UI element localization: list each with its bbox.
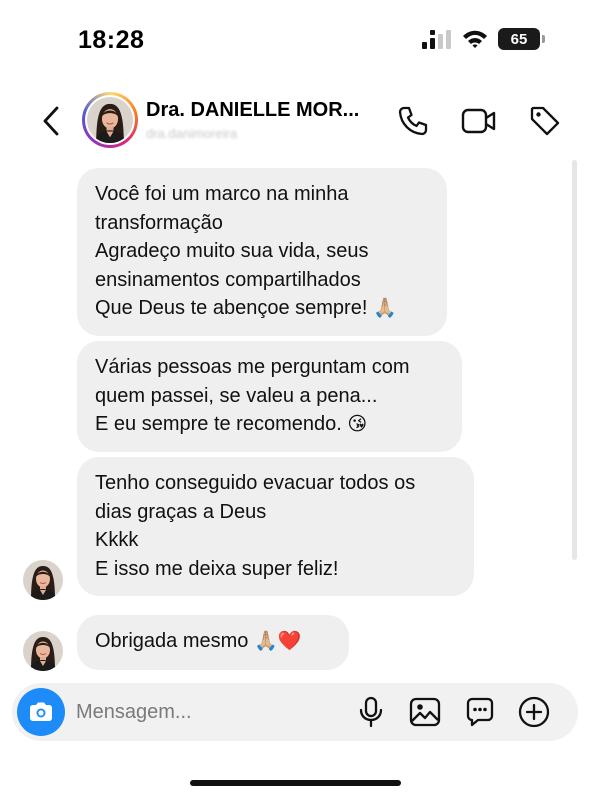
message-line: Você foi um marco na minha — [95, 183, 349, 205]
status-time: 18:28 — [78, 26, 145, 54]
emoji: 😘 — [347, 413, 368, 435]
message-line: Que Deus te abençoe sempre! — [95, 297, 368, 319]
call-button[interactable] — [394, 102, 432, 140]
message-bubble[interactable]: Várias pessoas me perguntam com quem pas… — [77, 341, 462, 452]
message-line: transformação — [95, 211, 223, 234]
chevron-left-icon — [43, 106, 59, 136]
message-line: E eu sempre te recomendo. — [95, 413, 342, 435]
add-button[interactable] — [517, 695, 551, 729]
tag-button[interactable] — [526, 102, 564, 140]
emoji: 🙏🏼❤️ — [253, 630, 302, 652]
message-input[interactable] — [76, 697, 346, 727]
plus-circle-icon — [518, 696, 550, 728]
video-call-button[interactable] — [460, 102, 498, 140]
phone-icon — [398, 106, 428, 136]
gallery-button[interactable] — [408, 695, 442, 729]
wifi-icon — [463, 30, 487, 48]
message-composer — [12, 683, 578, 741]
voice-message-button[interactable] — [354, 695, 388, 729]
camera-button[interactable] — [17, 688, 65, 736]
message-bubble[interactable]: Você foi um marco na minha transformação… — [77, 168, 447, 336]
message-line: Várias pessoas me perguntam com — [95, 356, 410, 378]
message-line: Obrigada mesmo — [95, 630, 249, 652]
status-icons: 65 — [422, 28, 545, 50]
sender-avatar[interactable] — [23, 560, 63, 600]
message-line: Kkkk — [95, 529, 139, 551]
sticker-button[interactable] — [463, 695, 497, 729]
tag-icon — [530, 106, 560, 136]
sender-avatar[interactable] — [23, 631, 63, 671]
contact-avatar[interactable] — [82, 92, 138, 148]
home-indicator[interactable] — [190, 780, 401, 786]
message-line: E isso me deixa super feliz! — [95, 557, 339, 580]
contact-name[interactable]: Dra. DANIELLE MOR... — [146, 99, 359, 122]
message-line: Tenho conseguido evacuar todos os — [95, 472, 416, 494]
signal-icon — [422, 30, 451, 49]
chat-header: Dra. DANIELLE MOR... dra.danimoreira — [0, 88, 590, 154]
message-bubble[interactable]: Obrigada mesmo 🙏🏼❤️ — [77, 615, 349, 670]
message-line: ensinamentos compartilhados — [95, 268, 361, 291]
battery-level: 65 — [510, 30, 528, 48]
message-line: quem passei, se valeu a pena... — [95, 384, 378, 407]
status-bar: 18:28 65 — [0, 0, 590, 80]
emoji: 🙏🏼 — [372, 297, 397, 319]
back-button[interactable] — [36, 102, 66, 140]
contact-handle: dra.danimoreira — [146, 126, 238, 141]
message-line: Agradeço muito sua vida, seus — [95, 240, 369, 262]
message-bubble[interactable]: Tenho conseguido evacuar todos os dias g… — [77, 457, 474, 596]
scrollbar[interactable] — [572, 160, 577, 560]
battery-cap — [542, 35, 545, 43]
microphone-icon — [359, 696, 383, 728]
image-icon — [409, 697, 441, 727]
message-line: dias graças a Deus — [95, 500, 267, 523]
avatar-image — [87, 97, 133, 143]
battery-indicator: 65 — [498, 28, 545, 50]
camera-icon — [30, 702, 52, 721]
video-camera-icon — [461, 108, 496, 134]
chat-bubble-icon — [466, 697, 494, 727]
